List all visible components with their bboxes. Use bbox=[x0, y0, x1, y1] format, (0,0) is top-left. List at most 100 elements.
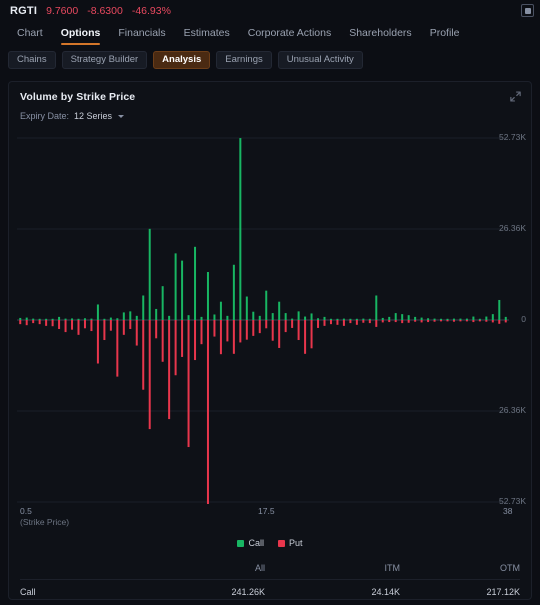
bar-call[interactable] bbox=[491, 314, 494, 320]
expand-icon[interactable] bbox=[509, 90, 522, 103]
bar-call[interactable] bbox=[181, 260, 184, 320]
bar-put[interactable] bbox=[349, 320, 352, 324]
bar-put[interactable] bbox=[440, 320, 443, 322]
bar-call[interactable] bbox=[375, 295, 378, 320]
bar-put[interactable] bbox=[375, 320, 378, 327]
bar-put[interactable] bbox=[103, 320, 106, 341]
bar-put[interactable] bbox=[304, 320, 307, 354]
bar-put[interactable] bbox=[265, 320, 268, 329]
bar-call[interactable] bbox=[64, 318, 67, 320]
bar-call[interactable] bbox=[459, 318, 462, 320]
bar-put[interactable] bbox=[32, 320, 35, 324]
bar-put[interactable] bbox=[394, 320, 397, 323]
bar-put[interactable] bbox=[478, 320, 481, 322]
bar-put[interactable] bbox=[148, 320, 151, 430]
bar-call[interactable] bbox=[38, 318, 41, 320]
bar-put[interactable] bbox=[310, 320, 313, 349]
bar-call[interactable] bbox=[349, 318, 352, 320]
bar-put[interactable] bbox=[96, 320, 99, 364]
bar-call[interactable] bbox=[407, 315, 410, 320]
bar-put[interactable] bbox=[83, 320, 86, 329]
legend-item-put[interactable]: Put bbox=[278, 538, 303, 548]
bar-call[interactable] bbox=[148, 228, 151, 320]
bar-call[interactable] bbox=[71, 318, 74, 320]
tab-chart[interactable]: Chart bbox=[8, 21, 52, 46]
bar-call[interactable] bbox=[485, 316, 488, 320]
bar-put[interactable] bbox=[504, 320, 507, 323]
volume-bar-chart[interactable] bbox=[9, 130, 531, 504]
bar-call[interactable] bbox=[245, 296, 248, 320]
bar-put[interactable] bbox=[459, 320, 462, 322]
bar-call[interactable] bbox=[45, 318, 48, 320]
bar-put[interactable] bbox=[226, 320, 229, 342]
bar-call[interactable] bbox=[25, 317, 28, 320]
tab-corporate-actions[interactable]: Corporate Actions bbox=[239, 21, 340, 46]
bar-put[interactable] bbox=[142, 320, 145, 390]
bar-put[interactable] bbox=[452, 320, 455, 322]
bar-call[interactable] bbox=[504, 316, 507, 320]
bar-call[interactable] bbox=[342, 318, 345, 320]
bar-put[interactable] bbox=[498, 320, 501, 324]
bar-put[interactable] bbox=[239, 320, 242, 343]
bar-put[interactable] bbox=[174, 320, 177, 376]
bar-call[interactable] bbox=[187, 315, 190, 320]
bar-put[interactable] bbox=[388, 320, 391, 323]
bar-call[interactable] bbox=[213, 314, 216, 320]
bar-call[interactable] bbox=[355, 318, 358, 320]
bar-put[interactable] bbox=[252, 320, 255, 336]
bar-put[interactable] bbox=[116, 320, 119, 377]
bar-call[interactable] bbox=[116, 318, 119, 320]
chevron-down-icon[interactable] bbox=[118, 114, 125, 118]
bar-put[interactable] bbox=[336, 320, 339, 325]
bar-call[interactable] bbox=[381, 317, 384, 320]
bar-put[interactable] bbox=[258, 320, 261, 334]
bar-call[interactable] bbox=[174, 253, 177, 320]
bar-call[interactable] bbox=[232, 264, 235, 320]
bar-call[interactable] bbox=[433, 318, 436, 320]
bar-call[interactable] bbox=[265, 290, 268, 320]
bar-call[interactable] bbox=[420, 317, 423, 320]
bar-put[interactable] bbox=[168, 320, 171, 420]
panel-toggle-icon[interactable] bbox=[521, 4, 534, 17]
bar-call[interactable] bbox=[304, 316, 307, 320]
bar-put[interactable] bbox=[64, 320, 67, 333]
bar-call[interactable] bbox=[401, 314, 404, 320]
bar-put[interactable] bbox=[58, 320, 61, 329]
tab-estimates[interactable]: Estimates bbox=[175, 21, 239, 46]
bar-put[interactable] bbox=[485, 320, 488, 322]
bar-call[interactable] bbox=[284, 313, 287, 320]
bar-call[interactable] bbox=[129, 311, 132, 320]
expiry-date-value[interactable]: 12 Series bbox=[74, 111, 112, 121]
bar-call[interactable] bbox=[323, 316, 326, 320]
bar-call[interactable] bbox=[394, 313, 397, 320]
bar-call[interactable] bbox=[368, 318, 371, 320]
bar-put[interactable] bbox=[362, 320, 365, 323]
bar-put[interactable] bbox=[161, 320, 164, 362]
tab-profile[interactable]: Profile bbox=[421, 21, 469, 46]
bar-call[interactable] bbox=[472, 316, 475, 320]
bar-put[interactable] bbox=[420, 320, 423, 323]
bar-call[interactable] bbox=[103, 318, 106, 320]
bar-call[interactable] bbox=[109, 317, 112, 320]
bar-put[interactable] bbox=[342, 320, 345, 326]
bar-call[interactable] bbox=[271, 313, 274, 320]
bar-put[interactable] bbox=[297, 320, 300, 341]
bar-call[interactable] bbox=[122, 312, 125, 320]
bar-call[interactable] bbox=[498, 299, 501, 320]
bar-call[interactable] bbox=[200, 316, 203, 320]
bar-put[interactable] bbox=[135, 320, 138, 346]
bar-call[interactable] bbox=[83, 318, 86, 320]
bar-put[interactable] bbox=[219, 320, 222, 355]
bar-call[interactable] bbox=[226, 315, 229, 320]
bar-call[interactable] bbox=[194, 246, 197, 320]
bar-put[interactable] bbox=[446, 320, 449, 322]
tab-shareholders[interactable]: Shareholders bbox=[340, 21, 420, 46]
legend-item-call[interactable]: Call bbox=[237, 538, 264, 548]
bar-call[interactable] bbox=[96, 304, 99, 320]
subtab-strategy-builder[interactable]: Strategy Builder bbox=[61, 50, 148, 70]
tab-financials[interactable]: Financials bbox=[109, 21, 174, 46]
bar-put[interactable] bbox=[355, 320, 358, 325]
bar-put[interactable] bbox=[414, 320, 417, 322]
bar-call[interactable] bbox=[206, 272, 209, 320]
bar-put[interactable] bbox=[427, 320, 430, 323]
